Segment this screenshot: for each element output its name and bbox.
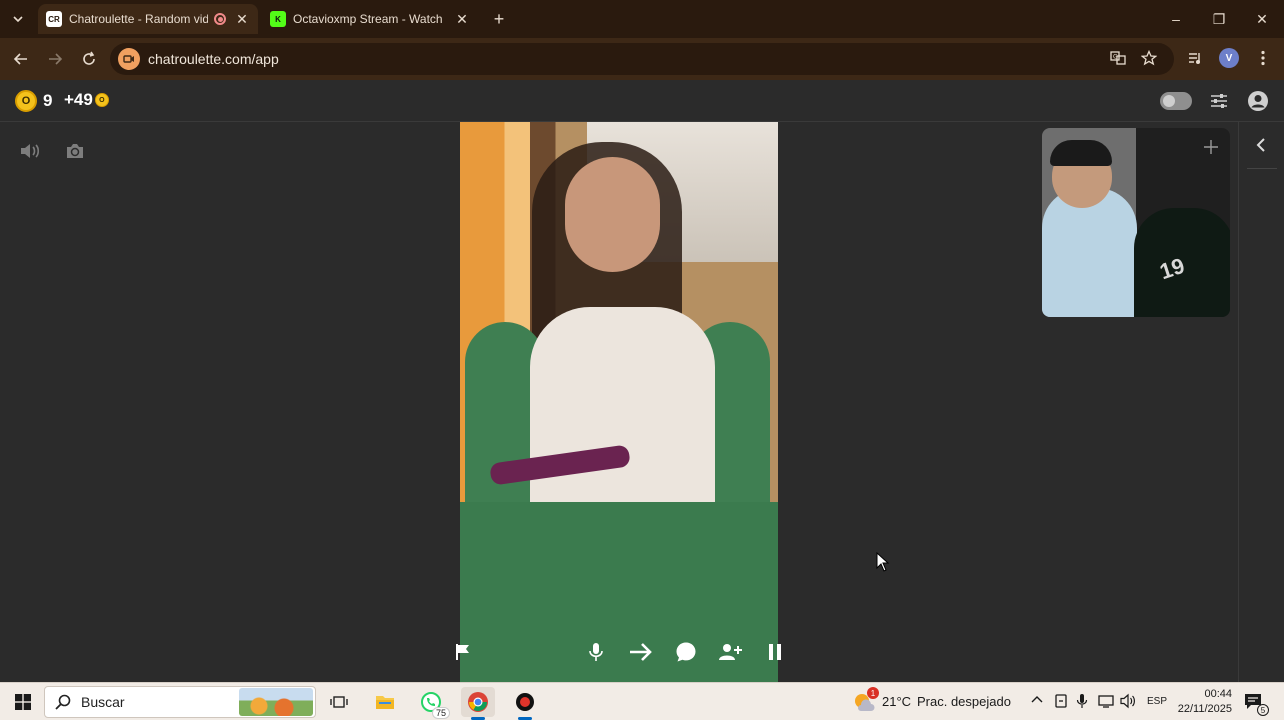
volume-icon[interactable] [1120,693,1136,709]
chatroulette-header: O 9 +49 O [0,80,1284,122]
clock-time: 00:44 [1204,688,1232,700]
tab-kick-stream[interactable]: K Octavioxmp Stream - Watch Li ✕ [262,4,478,34]
kick-favicon-icon: K [270,11,286,27]
mode-toggle[interactable] [1160,92,1192,110]
forward-button[interactable] [43,47,67,71]
notification-count: 5 [1257,704,1269,716]
chrome-button[interactable] [461,687,495,720]
bookmark-star-icon[interactable] [1138,47,1160,69]
address-bar[interactable]: chatroulette.com/app [110,43,1174,75]
report-button[interactable] [450,639,476,665]
chevron-left-icon [1256,138,1265,152]
pause-icon [768,644,781,660]
side-panel [1238,122,1284,682]
call-controls [440,628,798,676]
chevron-down-icon [13,16,23,23]
divider [1247,168,1277,169]
mouse-cursor-icon [876,551,890,577]
weather-badge: 1 [867,687,879,699]
recorder-app-button[interactable] [508,687,542,720]
tab-close-button[interactable]: ✕ [454,11,470,28]
language-indicator[interactable]: ESP [1147,696,1167,707]
translate-icon[interactable]: G [1107,47,1129,69]
folder-icon [376,696,394,709]
coin-balance[interactable]: O 9 [15,90,52,112]
arrow-left-icon [13,53,27,65]
tab-chatroulette[interactable]: CR Chatroulette - Random vide ✕ [38,4,258,34]
temperature[interactable]: 21°C [882,694,911,709]
flag-icon [456,644,469,660]
weather-icon[interactable]: 1 [852,687,879,713]
bonus-coins[interactable]: +49 O [64,90,109,110]
file-explorer-button[interactable] [368,687,402,717]
weather-text[interactable]: Prac. despejado [917,694,1011,709]
network-icon[interactable] [1098,693,1114,709]
filters-sliders-icon[interactable] [1207,89,1231,113]
windows-logo-icon [15,694,31,710]
notification-center-icon[interactable]: 5 [1243,692,1269,716]
speaker-volume-icon[interactable] [18,139,42,163]
microphone-icon [589,643,604,661]
chevron-up-icon[interactable] [1030,693,1046,709]
recording-icon [214,13,226,25]
tab-title: Chatroulette - Random vide [69,12,208,26]
pause-button[interactable] [762,639,788,665]
browser-tab-strip: CR Chatroulette - Random vide ✕ K Octavi… [0,0,1284,38]
new-tab-button[interactable]: + [488,8,510,30]
minimize-button[interactable]: – [1156,6,1196,32]
browser-menu-icon[interactable] [1252,47,1274,69]
add-user-icon [719,644,743,660]
system-clock[interactable]: 00:44 22/11/2025 [1172,687,1232,717]
video-stage: 19 [0,122,1238,682]
screen-capture-icon[interactable] [1053,693,1069,709]
reload-button[interactable] [77,47,101,71]
task-view-icon [330,696,348,708]
stranger-video [460,122,778,682]
windows-taskbar: Buscar 75 1 21°C Prac. despejado ESP 00:… [0,682,1284,720]
next-button[interactable] [628,639,654,665]
arrow-right-icon [629,643,652,661]
coin-icon: O [15,90,37,112]
start-button[interactable] [6,687,40,717]
chrome-icon [468,692,488,712]
switch-camera-icon[interactable] [63,139,87,163]
add-friend-button[interactable] [717,639,743,665]
browser-toolbar: chatroulette.com/app G V [0,38,1284,80]
taskbar-search[interactable]: Buscar [44,686,316,718]
task-view-button[interactable] [322,687,356,717]
coin-icon: O [94,93,109,107]
tab-search-button[interactable] [6,7,30,31]
expand-preview-icon[interactable] [1202,138,1220,156]
maximize-button[interactable]: ❐ [1199,6,1239,32]
whatsapp-button[interactable]: 75 [414,687,450,719]
chat-bubble-icon [676,642,696,662]
tab-close-button[interactable]: ✕ [234,11,250,28]
chatroulette-favicon-icon: CR [46,11,62,27]
svg-text:G: G [1113,54,1118,61]
chat-button[interactable] [673,639,699,665]
profile-avatar-icon[interactable]: V [1218,47,1240,69]
reload-icon [83,51,95,65]
coin-count: 9 [43,91,53,110]
collapse-panel-button[interactable] [1250,134,1272,156]
self-preview-video[interactable]: 19 [1042,128,1230,317]
microphone-button[interactable] [583,639,609,665]
search-highlight-image [239,688,313,716]
search-label: Buscar [81,694,125,710]
back-button[interactable] [9,47,33,71]
site-info-icon[interactable] [118,48,140,70]
bonus-count: +49 [64,90,93,109]
tab-title: Octavioxmp Stream - Watch Li [293,12,446,26]
account-icon[interactable] [1246,89,1270,113]
arrow-right-icon [49,53,63,65]
media-controls-icon[interactable] [1184,47,1206,69]
microphone-icon[interactable] [1076,693,1092,709]
whatsapp-badge: 75 [431,707,450,719]
url-text: chatroulette.com/app [148,51,279,67]
recorder-icon [516,693,534,711]
search-icon [55,694,71,710]
close-window-button[interactable]: ✕ [1242,6,1282,32]
clock-date: 22/11/2025 [1177,703,1232,715]
